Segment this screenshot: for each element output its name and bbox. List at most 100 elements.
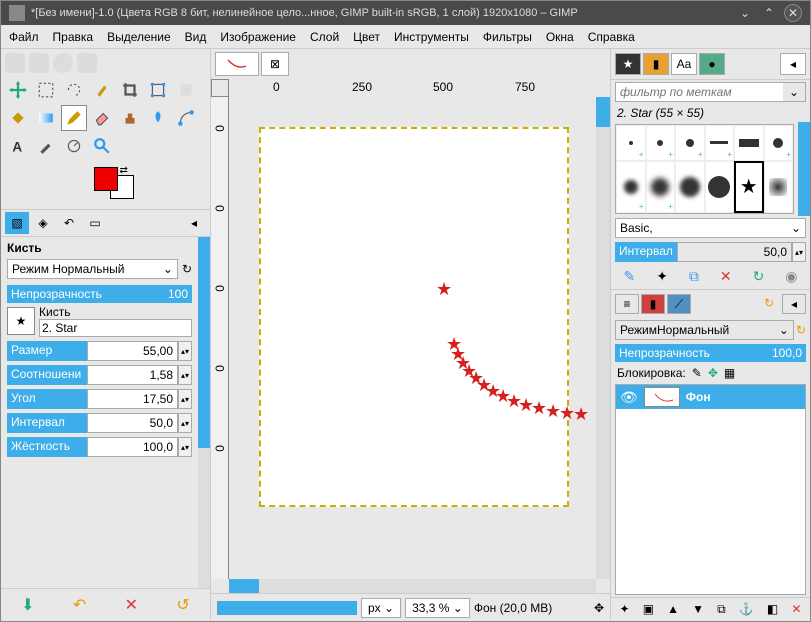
- images-tab[interactable]: ▭: [83, 212, 107, 234]
- maximize-icon[interactable]: ⌃: [760, 4, 778, 22]
- brush-item[interactable]: +: [705, 125, 735, 161]
- measure-tool-icon[interactable]: [61, 133, 87, 159]
- canvas-hscrollbar[interactable]: [229, 579, 596, 593]
- brush-grid-scrollbar[interactable]: [798, 122, 810, 216]
- brush-item[interactable]: +: [646, 161, 676, 214]
- lock-alpha-icon[interactable]: ▦: [724, 366, 735, 380]
- layer-thumb[interactable]: [644, 387, 680, 407]
- mask-icon[interactable]: ◧: [767, 602, 778, 617]
- menu-windows[interactable]: Окна: [546, 30, 574, 44]
- duplicate-layer-icon[interactable]: ⧉: [717, 602, 726, 617]
- smudge-tool-icon[interactable]: [145, 105, 171, 131]
- patterns-tab[interactable]: ▮: [643, 53, 669, 75]
- brush-filter-input[interactable]: [616, 83, 783, 101]
- tool-options-tab[interactable]: ▧: [5, 212, 29, 234]
- gradient-tool-icon[interactable]: [33, 105, 59, 131]
- blend-mode-select[interactable]: Режим Нормальный⌄: [7, 259, 178, 279]
- delete-layer-icon[interactable]: ✕: [791, 602, 801, 617]
- visibility-icon[interactable]: 👁: [620, 389, 638, 406]
- brush-item[interactable]: [764, 161, 794, 214]
- spacing-input[interactable]: 50,0: [87, 413, 178, 433]
- size-spinner[interactable]: ▴▾: [178, 341, 192, 361]
- layer-name[interactable]: Фон: [686, 390, 711, 404]
- interval-input[interactable]: 50,0: [677, 242, 792, 262]
- canvas-page[interactable]: ★ ★ ★ ★ ★ ★ ★ ★ ★ ★ ★ ★ ★ ★ ★: [259, 127, 569, 507]
- raise-layer-icon[interactable]: ▲: [667, 602, 679, 617]
- swap-colors-icon[interactable]: ⇄: [120, 165, 128, 176]
- brush-item[interactable]: +: [675, 125, 705, 161]
- reset-icon[interactable]: ↺: [176, 595, 189, 615]
- new-brush-icon[interactable]: ✦: [656, 268, 668, 285]
- brush-item-selected[interactable]: ★: [734, 161, 764, 214]
- angle-input[interactable]: 17,50: [87, 389, 178, 409]
- paths-tab[interactable]: ⟋: [667, 294, 691, 314]
- delete-icon[interactable]: ✕: [125, 595, 138, 615]
- nav-icon[interactable]: ✥: [594, 601, 604, 615]
- opacity-slider[interactable]: Непрозрачность100: [7, 285, 192, 303]
- layer-mode-reset-icon[interactable]: ↻: [796, 323, 806, 337]
- image-tab[interactable]: [215, 52, 259, 76]
- color-picker-tool-icon[interactable]: [33, 133, 59, 159]
- free-select-tool-icon[interactable]: [61, 77, 87, 103]
- lower-layer-icon[interactable]: ▼: [692, 602, 704, 617]
- brush-item[interactable]: +: [764, 125, 794, 161]
- brushes-tab[interactable]: ★: [615, 53, 641, 75]
- close-image-tab-icon[interactable]: ⊠: [261, 52, 289, 76]
- brush-item[interactable]: +: [646, 125, 676, 161]
- angle-spinner[interactable]: ▴▾: [178, 389, 192, 409]
- move-tool-icon[interactable]: [5, 77, 31, 103]
- open-as-image-icon[interactable]: ◉: [785, 268, 797, 285]
- save-preset-icon[interactable]: ⬇: [21, 595, 34, 615]
- menu-filters[interactable]: Фильтры: [483, 30, 532, 44]
- brush-preset-select[interactable]: Basic,⌄: [615, 218, 806, 238]
- brush-name-input[interactable]: [39, 319, 192, 337]
- paintbrush-tool-icon[interactable]: [61, 105, 87, 131]
- clone-tool-icon[interactable]: [117, 105, 143, 131]
- menu-select[interactable]: Выделение: [107, 30, 171, 44]
- duplicate-brush-icon[interactable]: ⧉: [689, 268, 699, 285]
- layer-mode-select[interactable]: РежимНормальный⌄: [615, 320, 794, 340]
- canvas-vscrollbar[interactable]: [596, 97, 610, 579]
- menu-file[interactable]: Файл: [9, 30, 39, 44]
- hardness-input[interactable]: 100,0: [87, 437, 178, 457]
- options-scrollbar[interactable]: [198, 237, 210, 588]
- menu-image[interactable]: Изображение: [220, 30, 296, 44]
- zoom-tool-icon[interactable]: [89, 133, 115, 159]
- ruler-origin[interactable]: [211, 79, 229, 97]
- new-layer-icon[interactable]: ✦: [620, 602, 630, 617]
- spacing-spinner[interactable]: ▴▾: [178, 413, 192, 433]
- lock-pixels-icon[interactable]: ✎: [692, 366, 702, 380]
- fuzzy-select-tool-icon[interactable]: [89, 77, 115, 103]
- menu-help[interactable]: Справка: [588, 30, 635, 44]
- configure-layers-icon[interactable]: ◂: [782, 294, 806, 314]
- undo-history-tab[interactable]: ↶: [57, 212, 81, 234]
- vertical-ruler[interactable]: 0 250 500 750 1000: [211, 97, 229, 579]
- minimize-icon[interactable]: ⌄: [736, 4, 754, 22]
- lock-position-icon[interactable]: ✥: [708, 366, 718, 380]
- refresh-brush-icon[interactable]: ↻: [753, 268, 765, 285]
- size-input[interactable]: 55,00: [87, 341, 178, 361]
- foreground-color[interactable]: [94, 167, 118, 191]
- bucket-tool-icon[interactable]: [5, 105, 31, 131]
- edit-brush-icon[interactable]: ✎: [623, 268, 635, 285]
- new-group-icon[interactable]: ▣: [643, 602, 654, 617]
- configure-brushes-icon[interactable]: ◂: [780, 53, 806, 75]
- transform-tool-icon[interactable]: [145, 77, 171, 103]
- brush-preview-thumb[interactable]: ★: [7, 307, 35, 335]
- menu-color[interactable]: Цвет: [353, 30, 380, 44]
- channels-tab[interactable]: ▮: [641, 294, 665, 314]
- crop-tool-icon[interactable]: [117, 77, 143, 103]
- ratio-spinner[interactable]: ▴▾: [178, 365, 192, 385]
- undo-icon[interactable]: ↶: [73, 595, 86, 615]
- gradients-tab[interactable]: ●: [699, 53, 725, 75]
- ratio-input[interactable]: 1,58: [87, 365, 178, 385]
- brush-item[interactable]: [705, 161, 735, 214]
- brush-item[interactable]: +: [616, 161, 646, 214]
- close-icon[interactable]: ✕: [784, 4, 802, 22]
- menu-edit[interactable]: Правка: [53, 30, 94, 44]
- merge-down-icon[interactable]: ⚓: [739, 602, 754, 617]
- reset-mode-icon[interactable]: ↻: [182, 262, 192, 276]
- unit-select[interactable]: px ⌄: [361, 598, 401, 618]
- layer-item[interactable]: 👁 Фон: [616, 385, 805, 409]
- device-status-tab[interactable]: ◈: [31, 212, 55, 234]
